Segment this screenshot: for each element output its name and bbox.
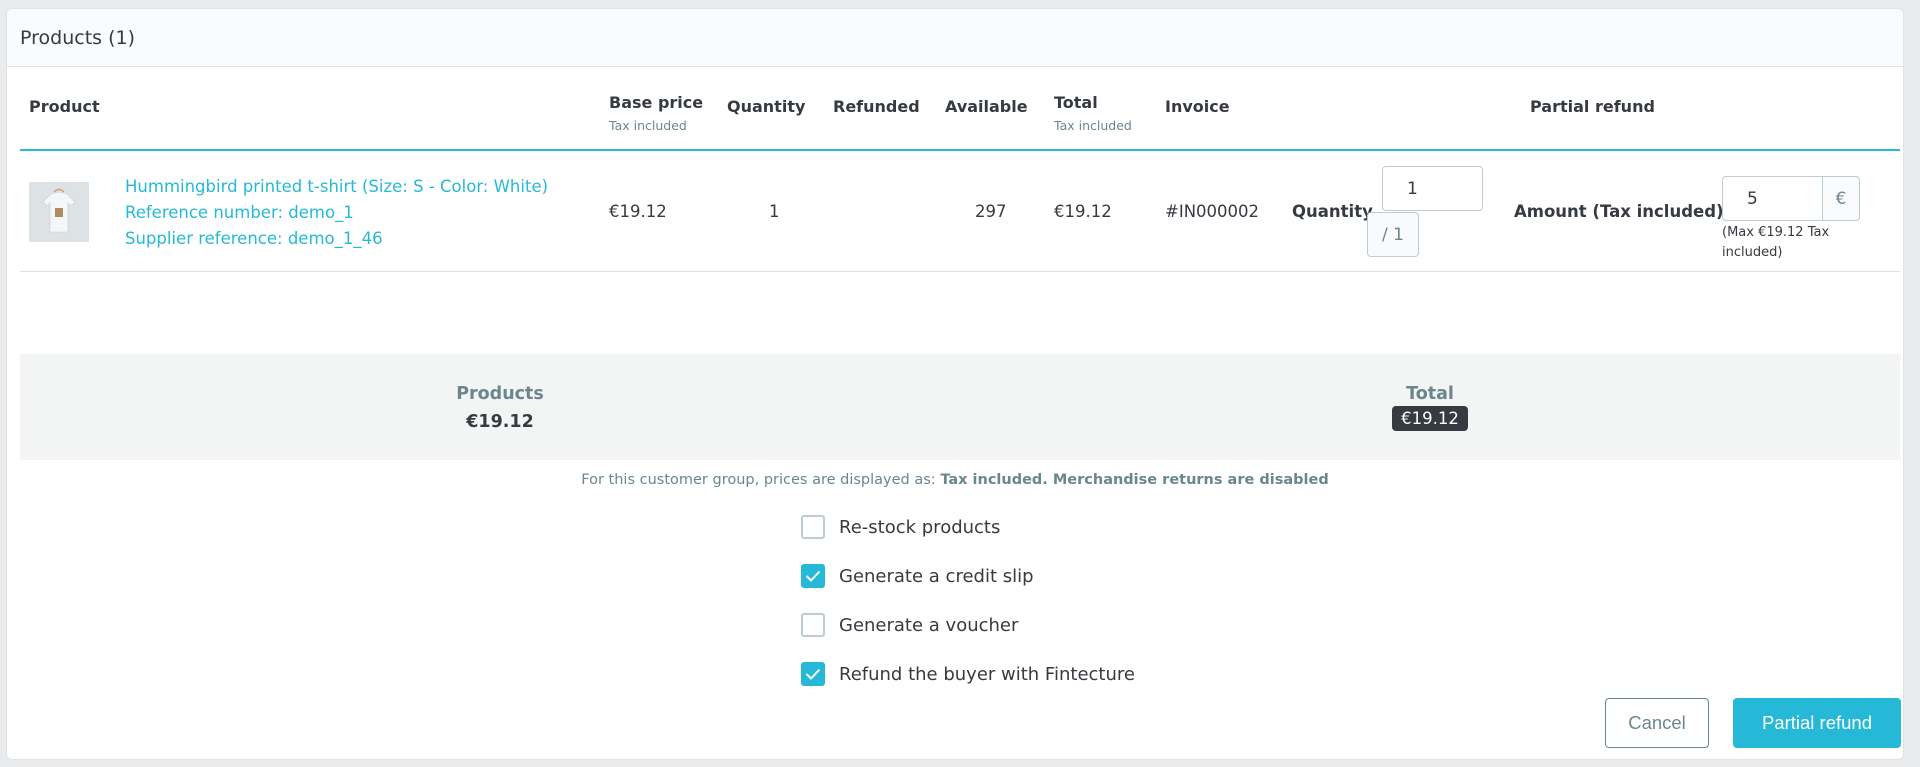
refund-amount-input[interactable]: 5	[1722, 176, 1823, 221]
total-badge: €19.12	[1392, 406, 1468, 431]
cell-invoice: #IN000002	[1165, 202, 1260, 221]
tax-notice: For this customer group, prices are disp…	[581, 472, 1329, 488]
voucher-checkbox[interactable]	[801, 613, 825, 637]
cell-available: 297	[975, 202, 1007, 221]
partial-refund-button[interactable]: Partial refund	[1733, 698, 1901, 748]
summary-total: Total €19.12	[1350, 384, 1510, 431]
product-name-link[interactable]: Hummingbird printed t-shirt (Size: S - C…	[125, 174, 548, 200]
refund-quantity-max: / 1	[1367, 212, 1419, 257]
credit-slip-checkbox[interactable]	[801, 564, 825, 588]
amount-max-hint: (Max €19.12 Tax included)	[1722, 225, 1830, 260]
refund-quantity-input[interactable]: 1	[1382, 166, 1483, 211]
tshirt-icon	[29, 182, 89, 242]
header-divider	[20, 149, 1900, 151]
header-quantity: Quantity	[727, 97, 806, 116]
fintecture-checkbox[interactable]	[801, 662, 825, 686]
refund-quantity-label: Quantity	[1292, 202, 1373, 221]
checkmark-icon	[805, 570, 821, 582]
product-info: Hummingbird printed t-shirt (Size: S - C…	[125, 174, 548, 252]
card-header: Products (1)	[7, 9, 1903, 67]
header-partial-refund: Partial refund	[1530, 97, 1655, 116]
product-thumbnail[interactable]	[29, 182, 89, 242]
amount-label: Amount (Tax included)	[1514, 202, 1724, 221]
header-available: Available	[945, 97, 1028, 116]
products-card: Products (1) Product Base price Tax incl…	[6, 8, 1904, 760]
card-title: Products (1)	[20, 26, 135, 49]
currency-addon: €	[1822, 176, 1860, 221]
supplier-reference-link[interactable]: Supplier reference: demo_1_46	[125, 226, 548, 252]
summary-products: Products €19.12	[456, 384, 544, 432]
checkmark-icon	[805, 668, 821, 680]
header-total: Total Tax included	[1054, 93, 1132, 133]
option-credit-slip[interactable]: Generate a credit slip	[801, 563, 1135, 589]
header-product: Product	[29, 97, 100, 116]
cell-base-price: €19.12	[609, 202, 667, 221]
row-divider	[20, 271, 1900, 272]
product-reference-link[interactable]: Reference number: demo_1	[125, 200, 548, 226]
header-refunded: Refunded	[833, 97, 920, 116]
restock-checkbox[interactable]	[801, 515, 825, 539]
option-fintecture-refund[interactable]: Refund the buyer with Fintecture	[801, 661, 1135, 687]
option-restock[interactable]: Re-stock products	[801, 514, 1135, 540]
cancel-button[interactable]: Cancel	[1605, 698, 1709, 748]
header-invoice: Invoice	[1165, 97, 1230, 116]
order-summary: Products €19.12 Total €19.12	[20, 354, 1900, 460]
cell-quantity: 1	[769, 202, 780, 221]
option-voucher[interactable]: Generate a voucher	[801, 612, 1135, 638]
header-base-price: Base price Tax included	[609, 93, 704, 133]
refund-options: Re-stock products Generate a credit slip…	[801, 514, 1135, 710]
cell-total: €19.12	[1054, 202, 1112, 221]
